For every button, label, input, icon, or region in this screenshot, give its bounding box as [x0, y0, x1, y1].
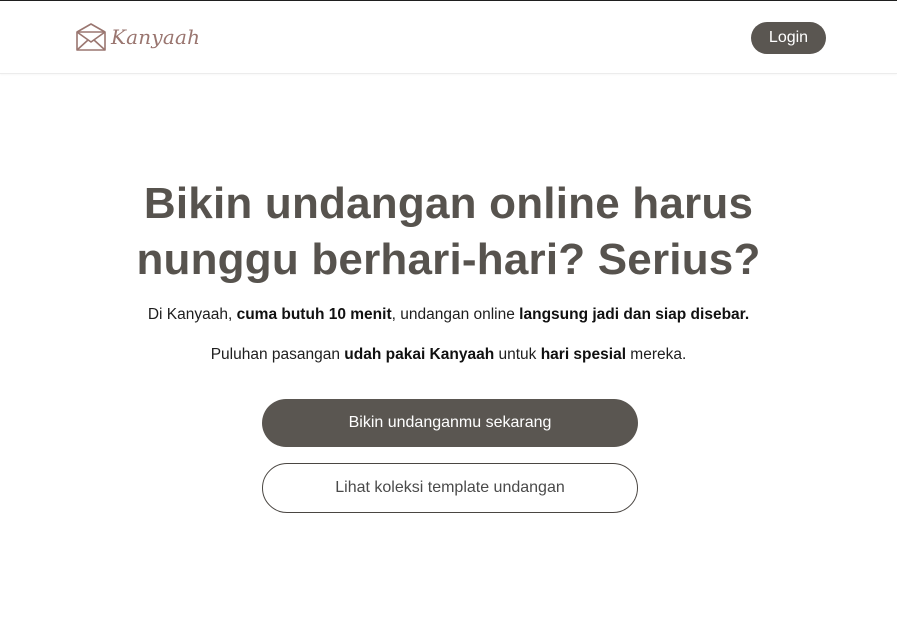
- hero-subtitle-2: Puluhan pasangan udah pakai Kanyaah untu…: [0, 346, 897, 364]
- site-header: Kanyaah Login: [0, 1, 897, 74]
- brand-name: Kanyaah: [111, 25, 201, 49]
- sub1-text-1: Di Kanyaah,: [147, 306, 237, 323]
- hero-title-line-1: Bikin undangan online harus: [143, 179, 754, 228]
- sub2-text-2: untuk: [494, 346, 541, 363]
- sub2-text-1: Puluhan pasangan: [210, 346, 345, 363]
- hero-title-line-2: nunggu berhari-hari? Serius?: [136, 235, 761, 284]
- sub2-bold-1: udah pakai Kanyaah: [344, 346, 495, 363]
- hero-title: Bikin undangan online harus nunggu berha…: [0, 176, 897, 288]
- envelope-house-icon: [75, 22, 107, 52]
- hero-subtitle-1: Di Kanyaah, cuma butuh 10 menit, undanga…: [0, 306, 897, 324]
- view-templates-button[interactable]: Lihat koleksi template undangan: [262, 463, 638, 513]
- create-invitation-button[interactable]: Bikin undanganmu sekarang: [262, 399, 638, 447]
- brand-logo[interactable]: Kanyaah: [75, 19, 200, 55]
- sub1-bold-2: langsung jadi dan siap disebar.: [519, 306, 750, 323]
- sub1-text-2: , undangan online: [391, 306, 520, 323]
- sub1-bold-1: cuma butuh 10 menit: [236, 306, 392, 323]
- sub2-bold-2: hari spesial: [540, 346, 626, 363]
- login-button[interactable]: Login: [751, 22, 826, 54]
- sub2-text-3: mereka.: [626, 346, 687, 363]
